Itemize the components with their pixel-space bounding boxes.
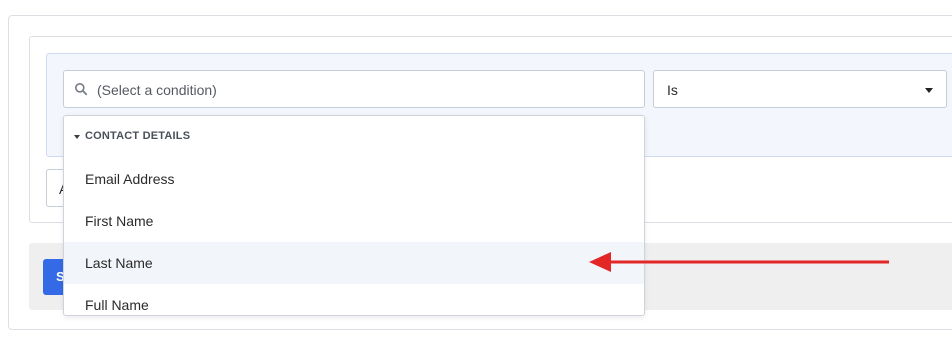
condition-search-input[interactable]: (Select a condition) bbox=[63, 70, 645, 108]
option-label: Full Name bbox=[85, 297, 149, 313]
chevron-down-icon bbox=[925, 88, 933, 93]
condition-dropdown: CONTACT DETAILS Email Address First Name… bbox=[63, 115, 645, 316]
annotation-arrow-icon bbox=[589, 252, 889, 272]
group-header-contact-details[interactable]: CONTACT DETAILS bbox=[64, 116, 644, 158]
option-label: Last Name bbox=[85, 255, 153, 271]
option-full-name[interactable]: Full Name bbox=[64, 284, 644, 315]
option-first-name[interactable]: First Name bbox=[64, 200, 644, 242]
group-label: CONTACT DETAILS bbox=[85, 130, 191, 142]
option-label: First Name bbox=[85, 213, 154, 229]
operator-value: Is bbox=[667, 82, 678, 98]
search-placeholder: (Select a condition) bbox=[97, 82, 217, 98]
option-email-address[interactable]: Email Address bbox=[64, 158, 644, 200]
caret-down-icon bbox=[74, 135, 80, 139]
operator-select[interactable]: Is bbox=[653, 70, 947, 108]
option-label: Email Address bbox=[85, 171, 175, 187]
search-icon bbox=[75, 83, 88, 96]
option-last-name[interactable]: Last Name bbox=[64, 242, 644, 284]
